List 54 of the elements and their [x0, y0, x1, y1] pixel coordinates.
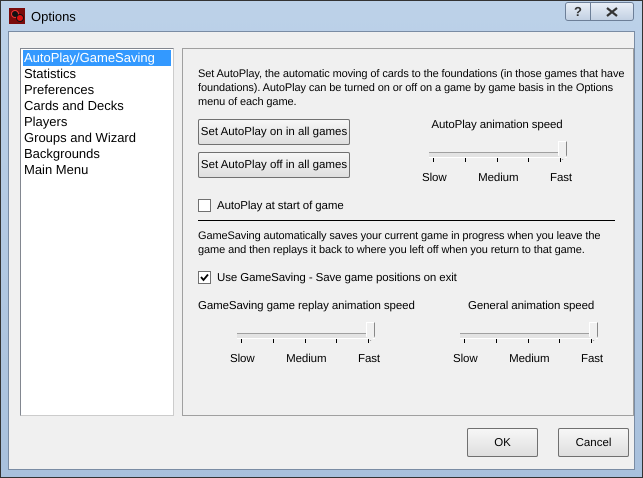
tick-mark	[559, 339, 560, 343]
category-item[interactable]: Statistics	[23, 66, 171, 82]
slider[interactable]	[460, 322, 598, 342]
close-button[interactable]	[591, 2, 634, 21]
tick-label: Medium	[509, 353, 550, 365]
tick-mark	[241, 339, 242, 343]
category-item[interactable]: Cards and Decks	[23, 98, 171, 114]
tick-label: Slow	[453, 353, 478, 365]
close-icon	[606, 6, 618, 16]
autoplay-button[interactable]: Set AutoPlay on in all games	[198, 119, 350, 145]
tick-mark	[496, 158, 498, 162]
tick-mark	[336, 339, 338, 343]
category-item[interactable]: Preferences	[23, 82, 171, 98]
slider-label: GameSaving game replay animation speed	[198, 300, 415, 312]
category-item[interactable]: Groups and Wizard	[23, 130, 171, 146]
slider-thumb[interactable]	[558, 141, 567, 160]
category-item[interactable]: Backgrounds	[23, 146, 171, 162]
tick-mark	[464, 158, 466, 162]
tick-label: Medium	[478, 172, 518, 184]
category-item[interactable]: Players	[23, 114, 171, 130]
tick-label: Medium	[286, 353, 326, 365]
tick-mark	[464, 339, 465, 343]
checkbox-label: AutoPlay at start of game	[217, 200, 344, 212]
tick-label: Fast	[358, 353, 380, 365]
app-icon	[9, 8, 25, 24]
checkbox-label: Use GameSaving - Save game positions on exit	[217, 272, 457, 284]
gamesaving-description: GameSaving automatically saves your current game in progress when you leave the game and then replays it back to where you left off when you return to that game.	[198, 229, 602, 257]
tick-mark	[368, 339, 369, 343]
checkbox[interactable]	[198, 271, 211, 284]
autoplay-description: Set AutoPlay, the automatic moving of cards to the foundations (in those games that have foundations). AutoPlay can be turned on or off on a game by game basis in the Options menu of each game.	[198, 67, 626, 109]
tick-label: Fast	[550, 172, 572, 184]
tick-mark	[496, 339, 497, 343]
slider[interactable]	[429, 141, 567, 161]
slider-thumb[interactable]	[366, 322, 375, 341]
category-item[interactable]: Main Menu	[23, 162, 171, 178]
tick-label: Slow	[422, 172, 447, 184]
tick-mark	[560, 158, 561, 162]
tick-label: Fast	[581, 353, 603, 365]
tick-mark	[272, 339, 274, 343]
dialog-button[interactable]: OK	[467, 428, 538, 457]
checkbox[interactable]	[198, 199, 211, 212]
tick-mark	[433, 158, 434, 162]
dialog-button[interactable]: Cancel	[558, 428, 629, 457]
slider[interactable]	[237, 322, 375, 342]
slider-thumb[interactable]	[589, 322, 598, 341]
tick-mark	[304, 339, 306, 343]
help-button[interactable]: ?	[565, 2, 591, 21]
tick-mark	[528, 158, 530, 162]
slider-label: General animation speed	[468, 300, 594, 312]
tick-mark	[591, 339, 592, 343]
slider-label: AutoPlay animation speed	[431, 119, 563, 131]
autoplay-button[interactable]: Set AutoPlay off in all games	[198, 152, 350, 178]
window-title: Options	[31, 8, 76, 24]
tick-label: Slow	[230, 353, 255, 365]
